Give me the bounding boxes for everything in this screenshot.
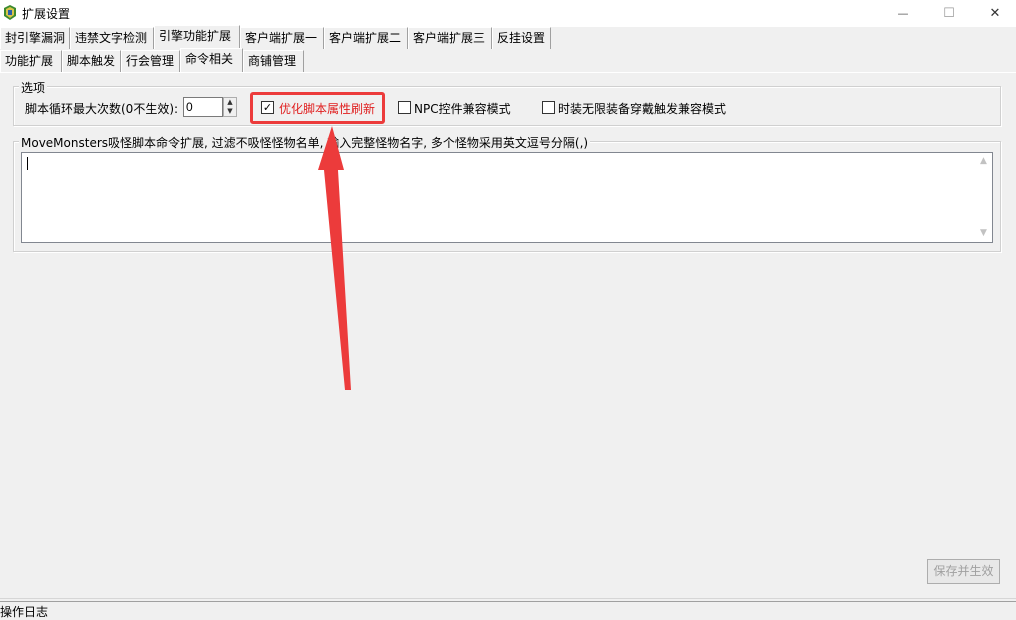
tab-banned-words[interactable]: 违禁文字检测 [70, 27, 154, 49]
monster-filter-textarea[interactable]: ▲ ▼ [21, 152, 993, 243]
save-apply-button[interactable]: 保存并生效 [927, 559, 1000, 584]
minimize-icon: — [897, 7, 909, 20]
annotation-highlight-box [250, 92, 385, 124]
tab-engine-extension[interactable]: 引擎功能扩展 [154, 25, 240, 49]
loop-count-label: 脚本循环最大次数(0不生效): [25, 102, 179, 116]
move-monsters-group-title: MoveMonsters吸怪脚本命令扩展, 过滤不吸怪怪物名单, 输入完整怪物名… [19, 134, 591, 151]
npc-compat-label: NPC控件兼容模式 [414, 102, 511, 116]
tab-command-related[interactable]: 命令相关 [180, 48, 243, 72]
tab-engine-bugs[interactable]: 封引擎漏洞 [0, 27, 70, 49]
tab-anti-cheat[interactable]: 反挂设置 [492, 27, 551, 49]
maximize-button[interactable]: ☐ [926, 0, 972, 27]
window-title: 扩展设置 [22, 7, 71, 21]
log-splitter[interactable] [0, 598, 1016, 602]
scroll-down-icon[interactable]: ▼ [975, 225, 992, 242]
fashion-equip-compat-label: 时装无限装备穿戴触发兼容模式 [558, 102, 727, 116]
npc-compat-checkbox[interactable] [398, 101, 411, 114]
minimize-button[interactable]: — [880, 0, 926, 27]
maximize-icon: ☐ [943, 6, 955, 21]
operation-log-label: 操作日志 [0, 605, 49, 619]
tab-client-ext-2[interactable]: 客户端扩展二 [324, 27, 408, 49]
close-icon: ✕ [989, 6, 1001, 21]
loop-count-input[interactable] [183, 97, 223, 117]
fashion-equip-compat-checkbox[interactable] [542, 101, 555, 114]
tab-divider [0, 72, 1016, 73]
textarea-scrollbar[interactable]: ▲ ▼ [975, 153, 992, 242]
tab-feature-ext[interactable]: 功能扩展 [0, 50, 62, 72]
tab-guild-manage[interactable]: 行会管理 [121, 50, 180, 72]
settings-window: 扩展设置 — ☐ ✕ 封引擎漏洞 违禁文字检测 引擎功能扩展 客户端扩展一 客户… [0, 0, 1016, 619]
loop-count-spinner[interactable]: ▲ ▼ [223, 97, 237, 117]
tab-shop-manage[interactable]: 商铺管理 [243, 50, 304, 72]
options-group-title: 选项 [19, 79, 48, 96]
text-caret [27, 157, 28, 170]
tab-client-ext-3[interactable]: 客户端扩展三 [408, 27, 492, 49]
scroll-up-icon[interactable]: ▲ [975, 153, 992, 170]
tab-client-ext-1[interactable]: 客户端扩展一 [240, 27, 324, 49]
spin-up-icon[interactable]: ▲ [224, 98, 236, 107]
app-icon [4, 5, 16, 20]
tab-script-trigger[interactable]: 脚本触发 [62, 50, 121, 72]
title-bar: 扩展设置 — ☐ ✕ [0, 0, 1016, 27]
spin-down-icon[interactable]: ▼ [224, 107, 236, 116]
close-button[interactable]: ✕ [972, 0, 1016, 27]
